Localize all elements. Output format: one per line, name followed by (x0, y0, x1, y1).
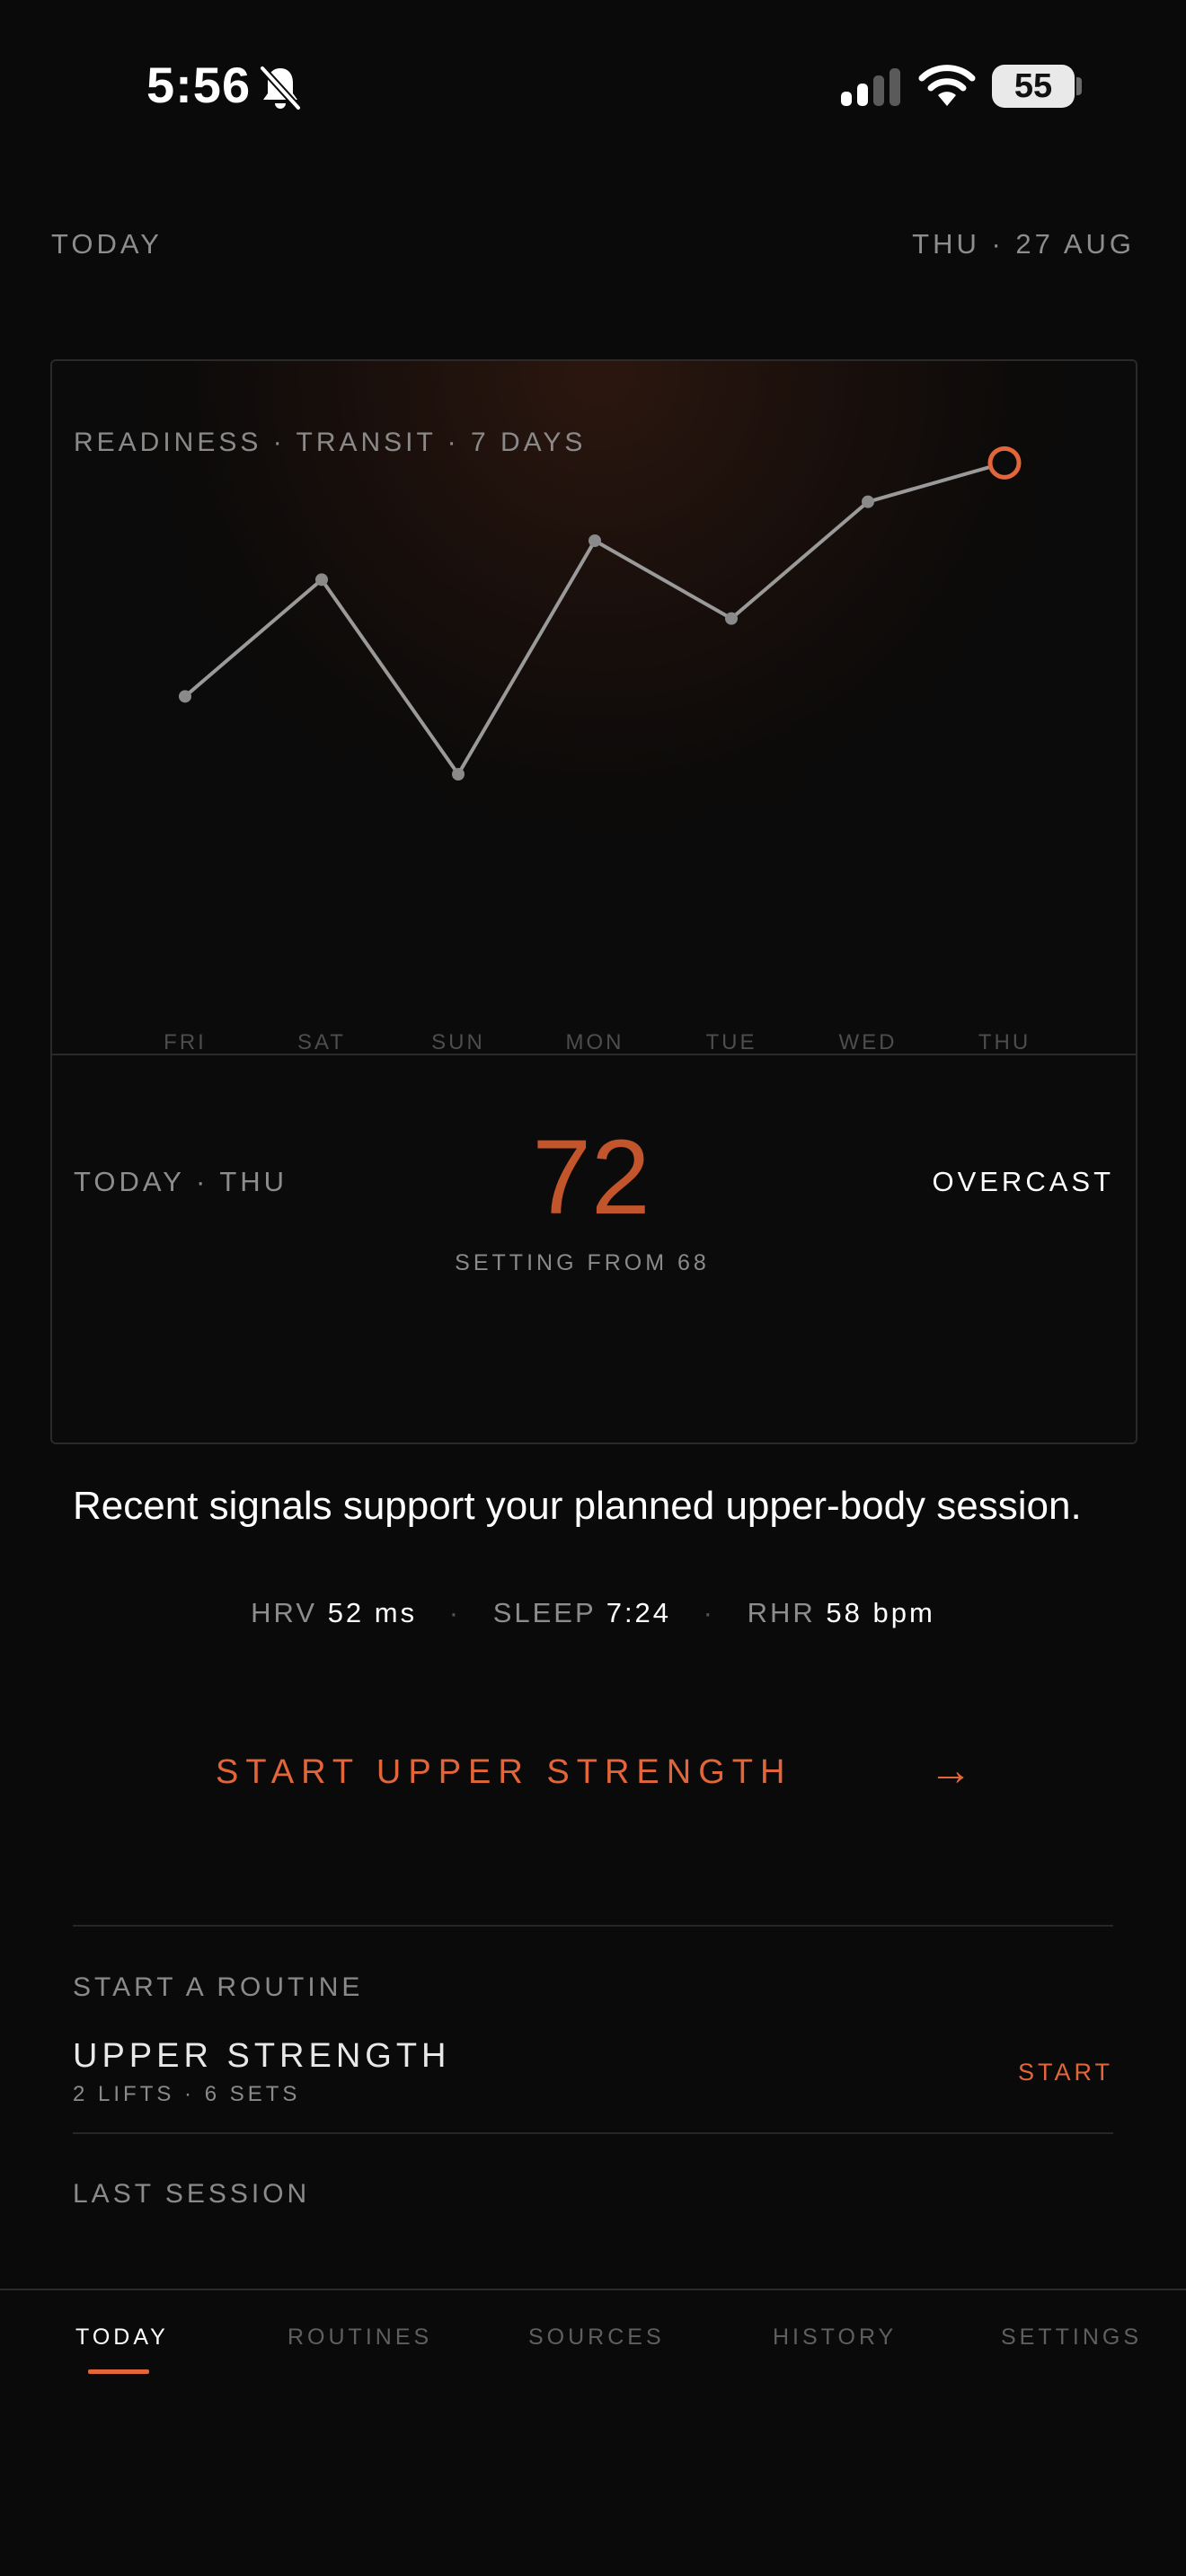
x-tick-label: WED (839, 1030, 898, 1054)
metric-hrv-value: 52 ms (327, 1597, 418, 1628)
today-label: TODAY · THU (74, 1166, 288, 1197)
arrow-right-icon[interactable]: → (929, 1746, 972, 1795)
separator-dot: · (448, 1597, 462, 1628)
start-workout-button[interactable]: START UPPER STRENGTH (216, 1753, 792, 1792)
status-time: 5:56 (146, 57, 252, 113)
battery-icon: 55 (992, 65, 1075, 108)
signal-icon (841, 68, 900, 106)
section-divider (73, 1925, 1113, 1927)
chart-point (725, 612, 738, 625)
routine-start-button[interactable]: START (1018, 2059, 1113, 2086)
x-tick-label: THU (978, 1030, 1031, 1054)
header-date: THU · 27 AUG (912, 228, 1135, 260)
tab-routines[interactable]: ROUTINES (288, 2325, 432, 2351)
tab-bar-divider (0, 2289, 1186, 2290)
last-session-title: LAST SESSION (73, 2179, 311, 2209)
chart-point (862, 495, 874, 508)
chart-point-today (987, 446, 1022, 480)
routines-section-title: START A ROUTINE (73, 1972, 364, 2002)
header-title: TODAY (51, 228, 163, 260)
readiness-card[interactable]: READINESS · TRANSIT · 7 DAYS FRI SAT SUN MO… (50, 359, 1137, 1444)
routine-detail: 2 LIFTS · 6 SETS (73, 2082, 301, 2106)
readiness-score: 72 (532, 1118, 651, 1237)
recommendation-text: Recent signals support your planned uppe… (73, 1484, 1082, 1528)
battery-nub (1076, 77, 1082, 95)
x-tick-label: SAT (297, 1030, 346, 1054)
metric-hrv-label: HRV (251, 1597, 318, 1628)
tab-settings[interactable]: SETTINGS (1001, 2325, 1142, 2351)
chart-line (183, 461, 1005, 776)
metrics-row: HRV 52 ms · SLEEP 7:24 · RHR 58 bpm (0, 1597, 1186, 1629)
metric-rhr-value: 58 bpm (826, 1597, 935, 1628)
routine-name[interactable]: UPPER STRENGTH (73, 2037, 450, 2076)
x-tick-label: FRI (164, 1030, 207, 1054)
chart-point (315, 573, 328, 587)
metric-rhr-label: RHR (747, 1597, 816, 1628)
active-tab-indicator (88, 2369, 149, 2374)
tab-today[interactable]: TODAY (75, 2325, 169, 2351)
metric-sleep-label: SLEEP (492, 1597, 597, 1628)
readiness-chart: FRI SAT SUN MON TUE WED THU (164, 446, 1031, 1054)
tab-history[interactable]: HISTORY (773, 2325, 897, 2351)
chart-point (452, 768, 465, 781)
wifi-icon (918, 65, 976, 106)
separator-dot: · (703, 1597, 715, 1628)
score-subtitle: SETTING FROM 68 (455, 1250, 710, 1275)
x-tick-label: MON (566, 1030, 624, 1054)
section-divider (73, 2132, 1113, 2134)
condition-label: OVERCAST (932, 1166, 1114, 1197)
chart-point (589, 534, 601, 547)
x-tick-label: SUN (431, 1030, 485, 1054)
x-tick-label: TUE (706, 1030, 757, 1054)
bell-slash-icon (260, 66, 301, 110)
tab-sources[interactable]: SOURCES (528, 2325, 665, 2351)
metric-sleep-value: 7:24 (606, 1597, 672, 1628)
chart-point (179, 690, 191, 703)
card-divider (52, 1054, 1136, 1055)
